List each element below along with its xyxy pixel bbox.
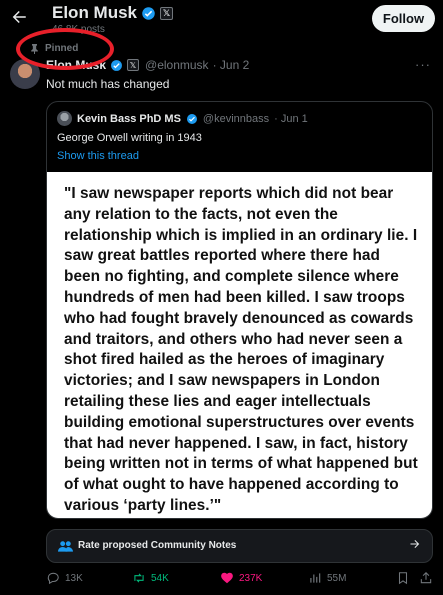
more-options-icon[interactable]: ···	[415, 57, 431, 72]
verified-badge-icon	[142, 6, 155, 20]
arrow-right-icon	[409, 538, 421, 553]
tweet-author-name[interactable]: Elon Musk	[46, 58, 106, 72]
tweet-author-line: Elon Musk 𝕏 @elonmusk · Jun 2	[46, 58, 249, 72]
bookmark-icon	[398, 572, 408, 585]
header-name-row: Elon Musk 𝕏	[52, 3, 174, 23]
verified-badge-icon	[111, 59, 122, 71]
community-notes-bar[interactable]: Rate proposed Community Notes	[46, 529, 433, 563]
author-avatar[interactable]	[10, 59, 40, 89]
pinned-indicator: Pinned	[30, 43, 78, 54]
heart-icon	[221, 572, 233, 584]
x-affiliation-icon: 𝕏	[160, 6, 174, 20]
like-button[interactable]: 237K	[220, 571, 262, 585]
quoted-author-avatar	[57, 111, 72, 126]
quoted-author-handle: @kevinnbass	[202, 112, 270, 125]
tweet-actions: 13K 54K 237K 55M	[46, 571, 433, 589]
show-thread-link[interactable]: Show this thread	[57, 150, 139, 162]
share-icon	[420, 572, 432, 584]
back-arrow-icon[interactable]	[10, 8, 30, 28]
follow-button[interactable]: Follow	[372, 5, 435, 32]
header-name: Elon Musk	[52, 3, 138, 22]
quoted-author-line: Kevin Bass PhD MS @kevinnbass · Jun 1	[57, 111, 308, 126]
tweet-author-handle[interactable]: @elonmusk	[145, 58, 209, 72]
views-button[interactable]: 55M	[308, 571, 346, 585]
quoted-image[interactable]: "I saw newspaper reports which did not b…	[47, 172, 432, 518]
orwell-quote-text: "I saw newspaper reports which did not b…	[64, 185, 418, 514]
community-notes-label: Rate proposed Community Notes	[78, 540, 237, 551]
views-count: 55M	[327, 572, 347, 584]
header-posts-count: 46.8K posts	[52, 24, 105, 35]
people-icon	[58, 541, 73, 552]
like-count: 237K	[239, 572, 263, 584]
quoted-text: George Orwell writing in 1943	[57, 132, 202, 144]
reply-button[interactable]: 13K	[46, 571, 83, 585]
pinned-label: Pinned	[45, 43, 79, 54]
verified-badge-icon	[186, 113, 197, 124]
repost-button[interactable]: 54K	[132, 571, 169, 585]
profile-header: Elon Musk 𝕏 46.8K posts Follow	[0, 0, 443, 38]
x-affiliation-icon: 𝕏	[127, 59, 140, 71]
repost-icon	[134, 573, 144, 583]
analytics-icon	[310, 573, 321, 583]
quoted-tweet[interactable]: Kevin Bass PhD MS @kevinnbass · Jun 1 Ge…	[46, 101, 433, 519]
tweet-text: Not much has changed	[46, 77, 170, 91]
quoted-author-name: Kevin Bass PhD MS	[77, 112, 181, 125]
repost-count: 54K	[151, 572, 169, 584]
reply-count: 13K	[65, 572, 83, 584]
reply-icon	[47, 572, 59, 585]
share-button[interactable]	[419, 571, 433, 585]
bookmark-button[interactable]	[396, 571, 410, 585]
quoted-date: · Jun 1	[274, 112, 308, 125]
tweet-date[interactable]: · Jun 2	[213, 58, 250, 72]
pin-icon	[31, 43, 38, 54]
